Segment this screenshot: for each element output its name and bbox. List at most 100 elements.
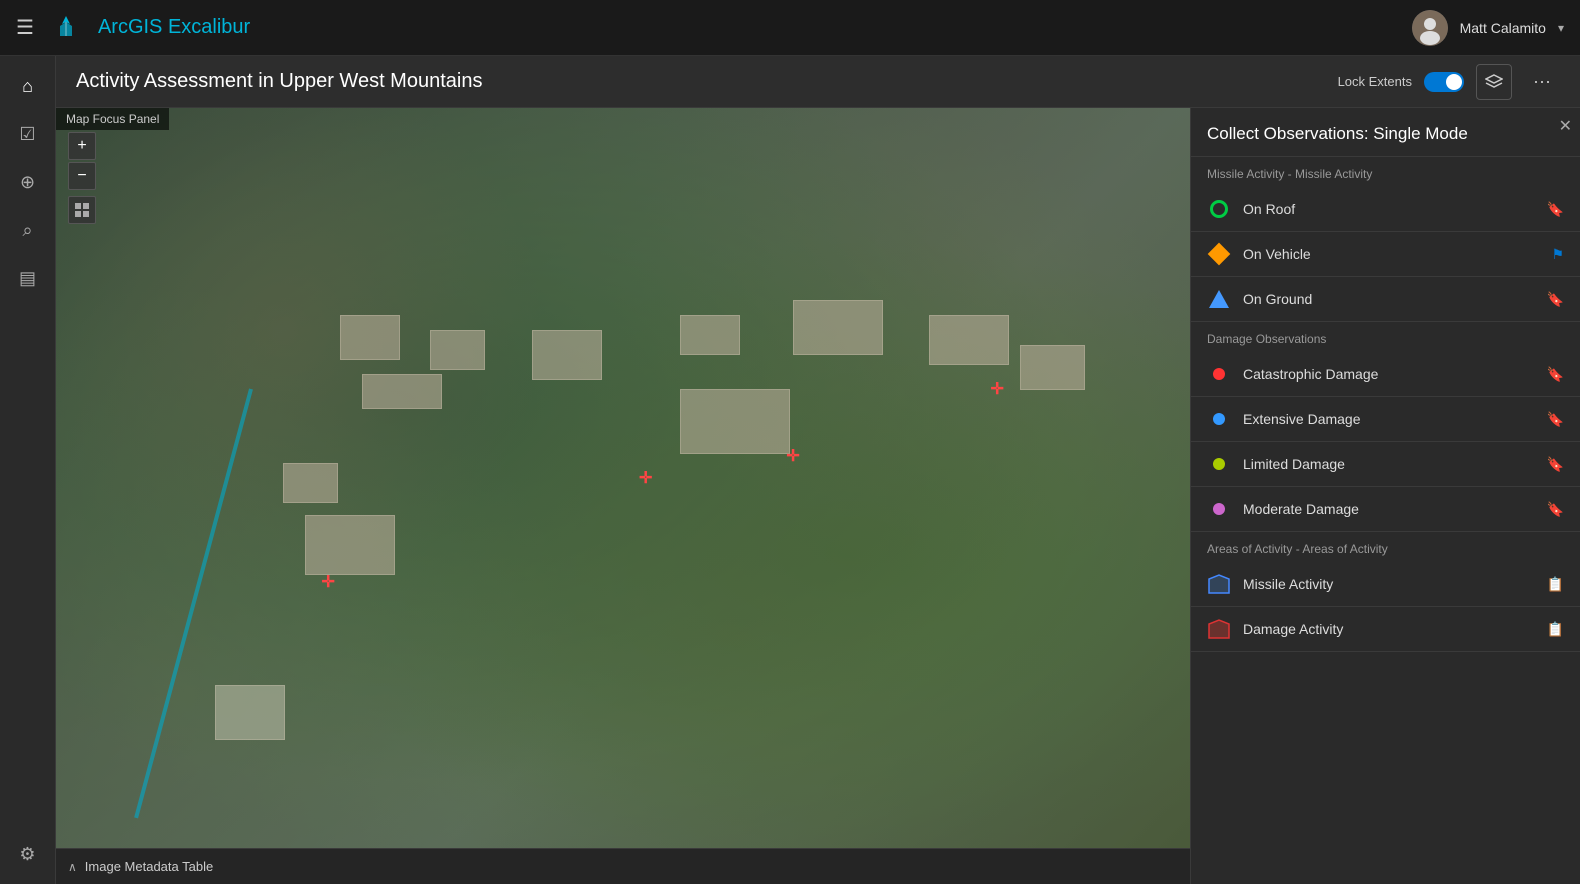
building: [680, 389, 790, 454]
category-damage-observations-header: Damage Observations: [1191, 322, 1580, 352]
on-roof-icon: [1207, 197, 1231, 221]
cross-marker-3: ✛: [991, 379, 1004, 399]
limited-damage-icon: [1207, 452, 1231, 476]
dot-red-icon: [1213, 368, 1225, 380]
category-areas-activity-header: Areas of Activity - Areas of Activity: [1191, 532, 1580, 562]
obs-label-damage-activity-area: Damage Activity: [1243, 621, 1547, 637]
obs-label-on-vehicle: On Vehicle: [1243, 246, 1551, 262]
map-focus-label: Map Focus Panel: [56, 108, 169, 130]
map-panel-row: Map Focus Panel: [56, 108, 1580, 884]
obs-row-moderate-damage[interactable]: Moderate Damage 🔖: [1191, 487, 1580, 532]
obs-row-on-vehicle[interactable]: On Vehicle ⚑: [1191, 232, 1580, 277]
sidebar-item-table[interactable]: ▤: [6, 256, 50, 300]
obs-label-on-roof: On Roof: [1243, 201, 1547, 217]
obs-label-missile-activity-area: Missile Activity: [1243, 576, 1547, 592]
page-title: Activity Assessment in Upper West Mounta…: [76, 70, 1338, 93]
cross-marker-4: ✛: [321, 572, 334, 592]
map-grid-button[interactable]: [68, 196, 96, 224]
table-icon: ▤: [19, 268, 36, 289]
building: [680, 315, 740, 355]
page-header: Activity Assessment in Upper West Mounta…: [56, 56, 1580, 108]
diamond-orange-icon: [1208, 243, 1231, 266]
topbar: ☰ ArcGIS Excalibur Matt Calamito ▾: [0, 0, 1580, 56]
panel-close-button[interactable]: ✕: [1559, 116, 1572, 136]
panel-title: Collect Observations: Single Mode: [1191, 108, 1580, 157]
zoom-out-button[interactable]: −: [68, 162, 96, 190]
building: [362, 374, 442, 409]
cross-marker-2: ✛: [786, 446, 799, 466]
bookmark-moderate-icon[interactable]: 🔖: [1547, 501, 1564, 518]
bookmark-limited-icon[interactable]: 🔖: [1547, 456, 1564, 473]
metadata-chevron-icon: ∧: [68, 860, 77, 874]
add-layer-icon: ⊕: [20, 172, 35, 193]
layers-icon: [1485, 74, 1503, 90]
circle-green-icon: [1210, 200, 1228, 218]
obs-row-catastrophic-damage[interactable]: Catastrophic Damage 🔖: [1191, 352, 1580, 397]
catastrophic-damage-icon: [1207, 362, 1231, 386]
building: [929, 315, 1009, 365]
topbar-left: ☰ ArcGIS Excalibur: [16, 12, 1412, 44]
category-missile-activity-header: Missile Activity - Missile Activity: [1191, 157, 1580, 187]
bookmark-extensive-icon[interactable]: 🔖: [1547, 411, 1564, 428]
close-icon: ✕: [1559, 118, 1572, 135]
obs-label-extensive-damage: Extensive Damage: [1243, 411, 1547, 427]
sidebar-item-add-layer[interactable]: ⊕: [6, 160, 50, 204]
bookmark-on-roof-icon[interactable]: 🔖: [1547, 201, 1564, 218]
obs-row-on-roof[interactable]: On Roof 🔖: [1191, 187, 1580, 232]
map-satellite: ✛ ✛ ✛ ✛: [56, 108, 1190, 848]
dot-blue-icon: [1213, 413, 1225, 425]
obs-label-catastrophic-damage: Catastrophic Damage: [1243, 366, 1547, 382]
app-title: ArcGIS Excalibur: [98, 16, 250, 39]
cross-marker-1: ✛: [639, 468, 652, 488]
dot-olive-icon: [1213, 458, 1225, 470]
poly-blue-icon: [1208, 574, 1230, 594]
missile-activity-area-icon: [1207, 572, 1231, 596]
more-options-button[interactable]: ···: [1524, 64, 1560, 100]
topbar-right: Matt Calamito ▾: [1412, 10, 1564, 46]
bookmark-catastrophic-icon[interactable]: 🔖: [1547, 366, 1564, 383]
search-icon: ⌕: [22, 220, 32, 241]
hamburger-icon[interactable]: ☰: [16, 15, 34, 40]
app-logo-icon: [50, 12, 82, 44]
sidebar-item-settings[interactable]: ⚙: [6, 832, 50, 876]
on-ground-icon: [1207, 287, 1231, 311]
lock-extents-label: Lock Extents: [1338, 74, 1412, 89]
right-panel: ✕ Collect Observations: Single Mode Miss…: [1190, 108, 1580, 884]
map-controls: + −: [68, 132, 96, 224]
avatar[interactable]: [1412, 10, 1448, 46]
damage-activity-area-icon: [1207, 617, 1231, 641]
grid-icon: [75, 203, 89, 217]
obs-row-damage-activity-area[interactable]: Damage Activity 📋: [1191, 607, 1580, 652]
poly-red-icon: [1208, 619, 1230, 639]
obs-row-limited-damage[interactable]: Limited Damage 🔖: [1191, 442, 1580, 487]
building: [793, 300, 883, 355]
zoom-in-button[interactable]: +: [68, 132, 96, 160]
obs-row-extensive-damage[interactable]: Extensive Damage 🔖: [1191, 397, 1580, 442]
user-name[interactable]: Matt Calamito: [1460, 20, 1546, 36]
sidebar-item-home[interactable]: ⌂: [6, 64, 50, 108]
building: [340, 315, 400, 360]
obs-row-on-ground[interactable]: On Ground 🔖: [1191, 277, 1580, 322]
user-chevron-icon[interactable]: ▾: [1558, 21, 1564, 35]
layers-button[interactable]: [1476, 64, 1512, 100]
settings-icon: ⚙: [19, 844, 35, 865]
bookmark-on-vehicle-icon[interactable]: ⚑: [1551, 246, 1564, 263]
obs-label-moderate-damage: Moderate Damage: [1243, 501, 1547, 517]
bookmark-on-ground-icon[interactable]: 🔖: [1547, 291, 1564, 308]
bookmark-missile-area-icon[interactable]: 📋: [1547, 576, 1564, 593]
obs-row-missile-activity-area[interactable]: Missile Activity 📋: [1191, 562, 1580, 607]
building: [305, 515, 395, 575]
building: [532, 330, 602, 380]
obs-label-on-ground: On Ground: [1243, 291, 1547, 307]
lock-extents-toggle[interactable]: [1424, 72, 1464, 92]
checklist-icon: ☑: [19, 124, 35, 145]
sidebar-item-search[interactable]: ⌕: [6, 208, 50, 252]
more-icon: ···: [1533, 71, 1551, 92]
sidebar-item-checklist[interactable]: ☑: [6, 112, 50, 156]
bookmark-damage-area-icon[interactable]: 📋: [1547, 621, 1564, 638]
map-container[interactable]: Map Focus Panel: [56, 108, 1190, 848]
metadata-bar[interactable]: ∧ Image Metadata Table: [56, 848, 1190, 884]
content-area: Activity Assessment in Upper West Mounta…: [56, 56, 1580, 884]
dot-pink-icon: [1213, 503, 1225, 515]
building: [1020, 345, 1085, 390]
